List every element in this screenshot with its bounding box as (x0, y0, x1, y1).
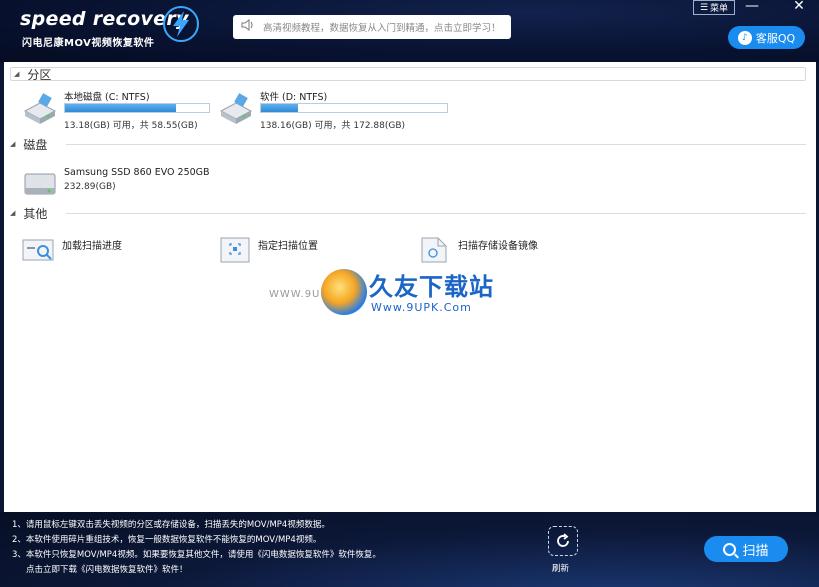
qq-icon: ♪ (737, 30, 752, 45)
item-label: 扫描存储设备镜像 (458, 241, 538, 252)
section-divider (66, 144, 806, 145)
download-link[interactable]: 点击立即下载《闪电数据恢复软件》软件！ (12, 563, 381, 578)
drive-c[interactable]: 本地磁盘 (C: NTFS) 13.18(GB) 可用，共 58.55(GB) (22, 89, 212, 131)
drive-capacity: 138.16(GB) 可用，共 172.88(GB) (260, 121, 406, 131)
drive-usage-bar (64, 103, 210, 113)
section-divider (66, 213, 806, 214)
menu-icon: ☰ (699, 2, 709, 13)
refresh-label: 刷新 (552, 564, 570, 574)
watermark-title: 久友下载站 (369, 273, 494, 301)
section-title: 其他 (23, 206, 48, 221)
minimize-icon: — (745, 0, 759, 14)
collapse-triangle-icon: ◢ (10, 140, 16, 148)
drive-capacity: 13.18(GB) 可用，共 58.55(GB) (64, 121, 198, 131)
scan-button[interactable]: 扫描 (704, 536, 788, 562)
section-title: 磁盘 (23, 137, 48, 152)
disk-capacity: 232.89(GB) (64, 182, 116, 192)
customer-service-qq-button[interactable]: ♪ 客服QQ (728, 26, 805, 49)
bottom-bar: 1、请用鼠标左键双击丢失视频的分区或存储设备，扫描丢失的MOV/MP4视频数据。… (0, 512, 819, 587)
tip-line: 3、本软件只恢复MOV/MP4视频。如果要恢复其他文件，请使用《闪电数据恢复软件… (12, 550, 381, 560)
tip-line: 1、请用鼠标左键双击丢失视频的分区或存储设备，扫描丢失的MOV/MP4视频数据。 (12, 520, 330, 530)
magnifier-folder-icon (22, 239, 54, 261)
disk-name: Samsung SSD 860 EVO 250GB (64, 167, 210, 178)
specify-scan-location-item[interactable]: 指定扫描位置 (218, 237, 318, 263)
close-button[interactable]: ✕ (790, 0, 808, 14)
scan-label: 扫描 (742, 543, 769, 559)
close-icon: ✕ (793, 0, 805, 14)
logo-subtitle: 闪电尼康MOV视频恢复软件 (22, 38, 155, 49)
hard-drive-icon (23, 93, 57, 124)
load-scan-progress-item[interactable]: 加载扫描进度 (22, 237, 122, 263)
service-label: 客服QQ (755, 31, 796, 45)
menu-label: 菜单 (710, 4, 729, 14)
disk-samsung-ssd[interactable]: Samsung SSD 860 EVO 250GB 232.89(GB) (22, 166, 222, 200)
watermark-logo-icon (321, 269, 367, 315)
menu-button[interactable]: ☰ 菜单 (693, 0, 735, 15)
drive-name: 软件 (D: NTFS) (260, 92, 328, 103)
section-disk-header[interactable]: ◢ 磁盘 (10, 136, 47, 152)
drive-name: 本地磁盘 (C: NTFS) (64, 92, 150, 103)
tip-line: 2、本软件使用碎片重组技术，恢复一般数据恢复软件不能恢复的MOV/MP4视频。 (12, 535, 322, 545)
minimize-button[interactable]: — (743, 0, 761, 14)
section-other-header[interactable]: ◢ 其他 (10, 205, 47, 221)
item-label: 加载扫描进度 (62, 241, 122, 252)
drive-usage-fill (261, 104, 299, 112)
collapse-triangle-icon: ◢ (14, 70, 20, 78)
lightning-logo-icon (163, 6, 199, 42)
drive-usage-fill (65, 104, 176, 112)
main-panel: ◢ 分区 本地磁盘 (C: NTFS) 13.18(GB) 可用，共 58.55… (4, 62, 816, 512)
watermark-subtitle: Www.9UPK.Com (371, 301, 472, 314)
usage-tips: 1、请用鼠标左键双击丢失视频的分区或存储设备，扫描丢失的MOV/MP4视频数据。… (12, 518, 381, 578)
hard-drive-icon (219, 93, 253, 124)
item-label: 指定扫描位置 (258, 241, 318, 252)
refresh-button[interactable] (548, 526, 578, 556)
drive-usage-bar (260, 103, 448, 113)
watermark: WWW.9UPK.COM 久友下载站 Www.9UPK.Com (259, 267, 509, 327)
notice-text: 高清视频教程，数据恢复从入门到精通，点击立即学习！ (263, 23, 501, 34)
title-bar: speed recovery 闪电尼康MOV视频恢复软件 高清视频教程，数据恢复… (0, 0, 819, 62)
partition-header-frame (10, 67, 806, 81)
section-title: 分区 (27, 67, 52, 82)
tutorial-notice-banner[interactable]: 高清视频教程，数据恢复从入门到精通，点击立即学习！ (233, 15, 511, 39)
section-partition-header[interactable]: ◢ 分区 (14, 66, 51, 82)
scan-device-image-item[interactable]: 扫描存储设备镜像 (418, 237, 538, 263)
target-location-icon (220, 237, 250, 263)
search-icon (723, 542, 737, 556)
collapse-triangle-icon: ◢ (10, 209, 16, 217)
disk-image-file-icon (421, 237, 447, 263)
disk-drive-icon (24, 173, 56, 195)
speaker-icon (241, 19, 255, 35)
refresh-icon (557, 533, 569, 547)
drive-d[interactable]: 软件 (D: NTFS) 138.16(GB) 可用，共 172.88(GB) (218, 89, 448, 131)
